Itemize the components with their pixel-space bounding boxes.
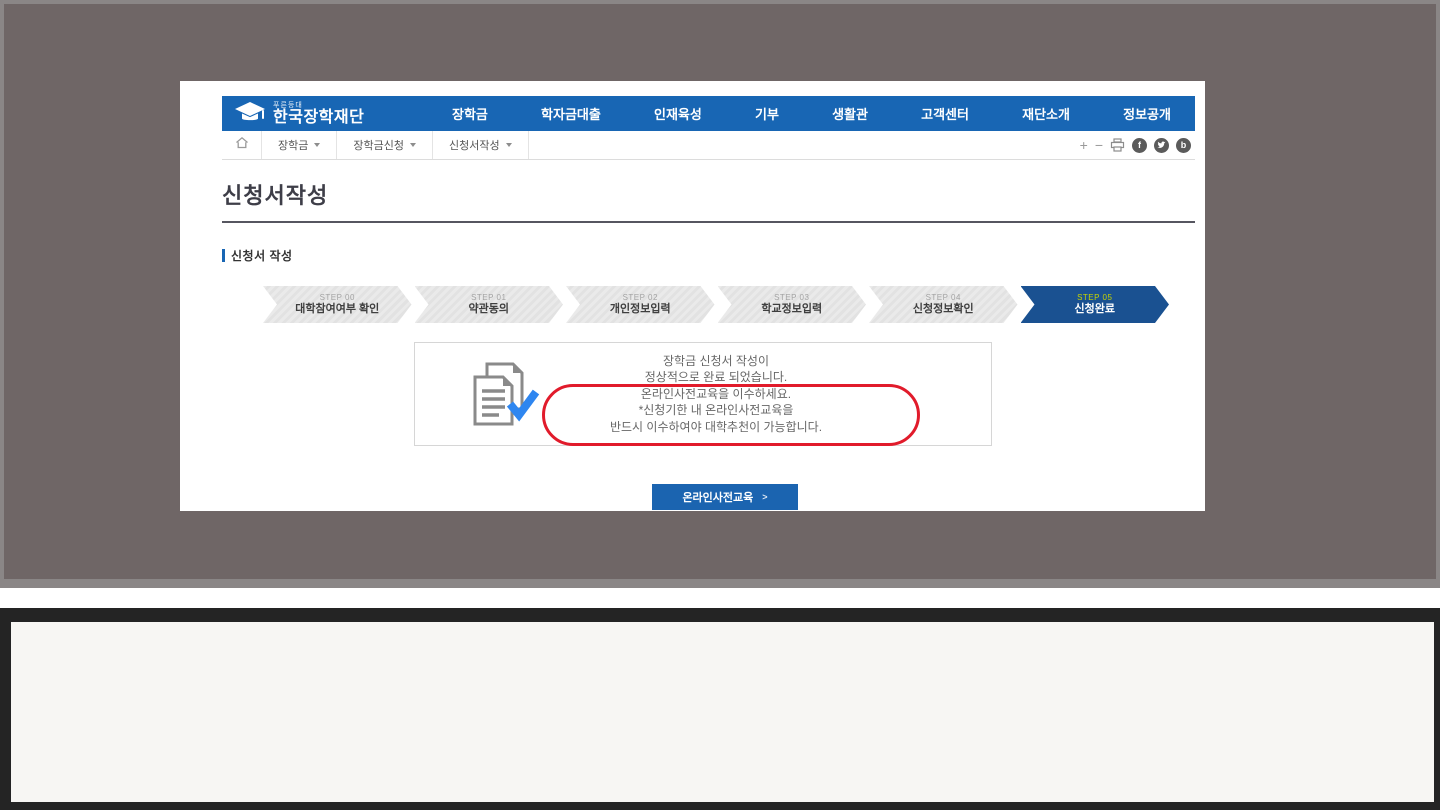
step-arrow: STEP 02 개인정보입력 <box>566 286 715 323</box>
notes-panel <box>11 622 1434 802</box>
chevron-down-icon <box>506 143 512 147</box>
facebook-icon[interactable]: f <box>1132 138 1147 153</box>
nav-item[interactable]: 장학금 <box>452 104 488 123</box>
nav-item[interactable]: 재단소개 <box>1022 104 1070 123</box>
message-line: 반드시 이수하여야 대학추천이 가능합니다. <box>536 419 896 435</box>
printer-icon[interactable] <box>1110 138 1125 152</box>
message-line: 정상적으로 완료 되었습니다. <box>536 369 896 385</box>
chevron-down-icon <box>314 143 320 147</box>
step-arrow: STEP 04 신청정보확인 <box>869 286 1018 323</box>
nav-item[interactable]: 고객센터 <box>921 104 969 123</box>
step-number: STEP 02 <box>623 293 658 303</box>
message-line: *신청기한 내 온라인사전교육을 <box>536 402 896 418</box>
breadcrumb-item[interactable]: 신청서작성 <box>433 131 529 159</box>
breadcrumb: 장학금 장학금신청 신청서작성 + − <box>222 131 1195 160</box>
step-arrow: STEP 00 대학참여여부 확인 <box>263 286 412 323</box>
nav-item[interactable]: 인재육성 <box>654 104 702 123</box>
breadcrumb-item[interactable]: 장학금신청 <box>337 131 433 159</box>
site-logo-text: 푸른등대 한국장학재단 <box>273 102 364 126</box>
step-number: STEP 00 <box>320 293 355 303</box>
step-label: 대학참여여부 확인 <box>295 303 379 317</box>
breadcrumb-item-label: 장학금신청 <box>353 137 404 153</box>
online-pre-education-label: 온라인사전교육 <box>682 489 753 505</box>
step-label: 약관동의 <box>469 303 509 317</box>
zoom-in-icon[interactable]: + <box>1080 138 1088 152</box>
nav-item[interactable]: 기부 <box>755 104 779 123</box>
section-accent-bar <box>222 249 225 262</box>
step-progress: STEP 00 대학참여여부 확인 STEP 01 약관동의 STEP 02 개… <box>263 286 1169 323</box>
document-check-icon <box>467 359 541 438</box>
graduation-cap-icon <box>234 101 268 127</box>
step-number: STEP 03 <box>774 293 809 303</box>
page-title: 신청서작성 <box>222 178 328 210</box>
nav-item[interactable]: 학자금대출 <box>541 104 601 123</box>
breadcrumb-item-label: 장학금 <box>278 137 308 153</box>
site-logo[interactable]: 푸른등대 한국장학재단 <box>234 96 364 131</box>
message-line: 온라인사전교육을 이수하세요. <box>536 386 896 402</box>
logo-tagline: 푸른등대 <box>273 102 364 109</box>
step-label: 학교정보입력 <box>761 303 822 317</box>
home-breadcrumb[interactable] <box>222 131 262 159</box>
message-line: 장학금 신청서 작성이 <box>536 353 896 369</box>
blog-icon[interactable]: b <box>1176 138 1191 153</box>
step-number: STEP 01 <box>471 293 506 303</box>
breadcrumb-items: 장학금 장학금신청 신청서작성 <box>262 131 529 159</box>
step-label: 개인정보입력 <box>610 303 671 317</box>
step-arrow: STEP 03 학교정보입력 <box>718 286 867 323</box>
zoom-out-icon[interactable]: − <box>1095 138 1103 152</box>
section-heading: 신청서 작성 <box>222 247 293 264</box>
website-screenshot: 푸른등대 한국장학재단 장학금 학자금대출 인재육성 기부 생활관 고객센터 <box>180 81 1205 511</box>
breadcrumb-toolbar: + − f b <box>1080 131 1195 159</box>
title-divider <box>222 221 1195 223</box>
chevron-down-icon <box>410 143 416 147</box>
step-label: 신청완료 <box>1075 303 1115 317</box>
completion-message: 장학금 신청서 작성이 정상적으로 완료 되었습니다. 온라인사전교육을 이수하… <box>536 353 896 435</box>
twitter-icon[interactable] <box>1154 138 1169 153</box>
step-number: STEP 05 <box>1077 293 1112 303</box>
site-header: 푸른등대 한국장학재단 장학금 학자금대출 인재육성 기부 생활관 고객센터 <box>222 96 1195 131</box>
step-label: 신청정보확인 <box>913 303 974 317</box>
nav-item[interactable]: 정보공개 <box>1123 104 1171 123</box>
slide-background: 푸른등대 한국장학재단 장학금 학자금대출 인재육성 기부 생활관 고객센터 <box>0 0 1440 588</box>
step-arrow: STEP 01 약관동의 <box>415 286 564 323</box>
completion-message-box: 장학금 신청서 작성이 정상적으로 완료 되었습니다. 온라인사전교육을 이수하… <box>414 342 992 446</box>
home-icon <box>235 136 249 154</box>
nav-item[interactable]: 생활관 <box>832 104 868 123</box>
arrow-right-icon: > <box>762 492 767 502</box>
breadcrumb-item[interactable]: 장학금 <box>262 131 337 159</box>
breadcrumb-item-label: 신청서작성 <box>449 137 500 153</box>
logo-name: 한국장학재단 <box>273 110 364 126</box>
main-nav: 장학금 학자금대출 인재육성 기부 생활관 고객센터 재단소개 정보공개 <box>452 96 1171 131</box>
step-number: STEP 04 <box>926 293 961 303</box>
notes-section <box>0 608 1440 810</box>
online-pre-education-button[interactable]: 온라인사전교육 > <box>652 484 798 510</box>
step-arrow: STEP 05 신청완료 <box>1021 286 1170 323</box>
section-title: 신청서 작성 <box>231 247 293 264</box>
